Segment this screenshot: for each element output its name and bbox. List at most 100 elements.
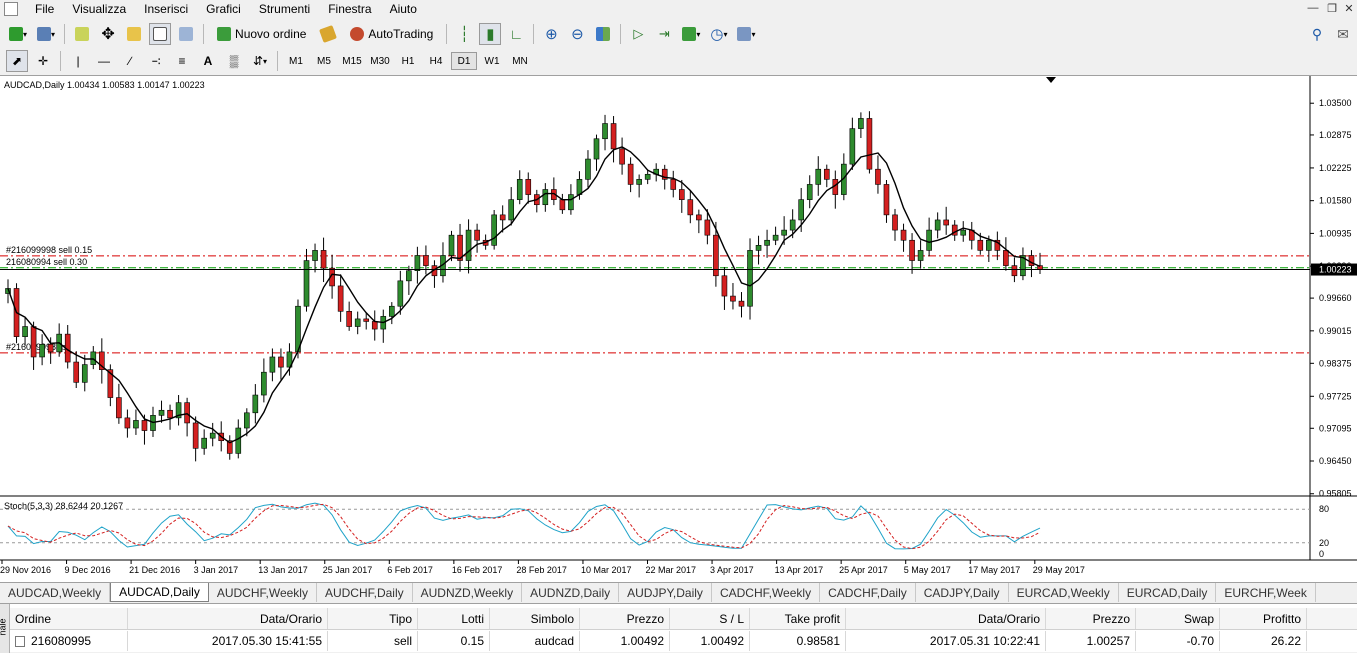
trendline-button[interactable]: ∕ [119, 50, 141, 72]
candle-body [414, 255, 421, 272]
candle-body [798, 199, 804, 221]
text-button[interactable]: A [197, 50, 219, 72]
clock-icon: ◷ [710, 26, 724, 43]
tile-windows-button[interactable] [592, 23, 614, 45]
table-row[interactable]: 216080995 2017.05.30 15:41:55 sell 0.15 audc… [10, 631, 1357, 651]
timeframe-m15[interactable]: M15 [339, 52, 365, 70]
crosshair-button[interactable]: ✛ [32, 50, 54, 72]
candle-body [644, 173, 651, 180]
menu-insert[interactable]: Inserisci [135, 0, 197, 18]
chart-tab[interactable]: EURCAD,Weekly [1009, 583, 1119, 602]
menu-help[interactable]: Aiuto [381, 0, 426, 18]
candlestick-icon: ▮ [486, 26, 495, 43]
data-window-button[interactable] [149, 23, 172, 45]
chart-window[interactable]: 1.03500 1.02875 1.02225 1.01580 1.00935 1.002… [0, 75, 1357, 582]
chart-tab[interactable]: AUDCAD,Weekly [0, 583, 111, 602]
arrows-button[interactable]: ⇵ ▾ [249, 50, 271, 72]
new-order-button[interactable]: Nuovo ordine [210, 23, 313, 45]
autoscroll-button[interactable]: ▷ [627, 23, 649, 45]
cursor-button[interactable]: ⬈ [6, 50, 28, 72]
timeframe-h4[interactable]: H4 [423, 52, 449, 70]
candle-body [22, 326, 28, 337]
menu-window[interactable]: Finestra [319, 0, 380, 18]
periods-button[interactable]: ◷ ▾ [707, 23, 730, 45]
zoom-out-button[interactable]: ⊖ [566, 23, 588, 45]
chart-shift-button[interactable]: ⇥ [653, 23, 675, 45]
chart-tab[interactable]: CADCHF,Daily [820, 583, 916, 602]
column-header[interactable]: Simbolo [490, 608, 580, 629]
column-header[interactable]: Data/Orario [846, 608, 1046, 629]
candle-body [499, 214, 506, 221]
table-cell-text: sell [393, 634, 412, 648]
channel-button[interactable]: ∹ [145, 50, 167, 72]
indicators-button[interactable]: ▾ [679, 23, 703, 45]
timeframe-mn[interactable]: MN [507, 52, 533, 70]
candle-body [252, 394, 259, 414]
navigator-button[interactable]: ✥ [97, 23, 119, 45]
chat-button[interactable]: ✉ [1332, 23, 1354, 45]
chart-tab[interactable]: EURCHF,Week [1216, 583, 1316, 602]
chart-tab[interactable]: AUDCHF,Weekly [209, 583, 317, 602]
terminal-side-bar: nale [0, 604, 10, 653]
menu-view[interactable]: Visualizza [63, 0, 135, 18]
horizontal-line-icon: — [98, 54, 110, 68]
minimize-icon[interactable]: — [1304, 2, 1322, 14]
chart-tab[interactable]: CADCHF,Weekly [712, 583, 821, 602]
column-header[interactable]: Ordine [10, 608, 128, 629]
strategy-tester-button[interactable] [175, 23, 197, 45]
zoom-in-button[interactable]: ⊕ [540, 23, 562, 45]
fibonacci-button[interactable]: ≡ [171, 50, 193, 72]
table-cell: audcad [490, 631, 580, 651]
date-tick-label: 22 Mar 2017 [646, 565, 697, 575]
templates-button[interactable]: ▾ [734, 23, 758, 45]
autotrading-button[interactable]: AutoTrading [343, 23, 440, 45]
cursor-icon: ⬈ [11, 54, 23, 68]
table-cell-text: audcad [534, 634, 574, 648]
column-header[interactable]: Data/Orario [128, 608, 328, 629]
horizontal-line-button[interactable]: — [93, 50, 115, 72]
new-chart-button[interactable]: ▾ [6, 23, 30, 45]
chart-tab[interactable]: AUDNZD,Daily [522, 583, 620, 602]
candle-body [747, 250, 753, 307]
menu-file[interactable]: File [26, 0, 63, 18]
chart-tab[interactable]: AUDCHF,Daily [317, 583, 413, 602]
chart-tab[interactable]: AUDNZD,Weekly [413, 583, 523, 602]
chart-tab[interactable]: AUDCAD,Daily [110, 583, 209, 602]
timeframe-m30[interactable]: M30 [367, 52, 393, 70]
line-chart-button[interactable]: ∟ [505, 23, 527, 45]
chart-canvas[interactable]: 1.03500 1.02875 1.02225 1.01580 1.00935 1.002… [0, 76, 1357, 582]
candle-body [474, 229, 480, 241]
menu-charts[interactable]: Grafici [197, 0, 250, 18]
market-watch-button[interactable] [71, 23, 93, 45]
timeframe-m1[interactable]: M1 [283, 52, 309, 70]
profiles-button[interactable]: ▾ [34, 23, 58, 45]
favorites-button[interactable] [123, 23, 145, 45]
metaeditor-button[interactable] [317, 23, 339, 45]
chart-tab[interactable]: CADJPY,Daily [916, 583, 1009, 602]
chart-tab[interactable]: EURCAD,Daily [1119, 583, 1217, 602]
vertical-line-button[interactable]: | [67, 50, 89, 72]
chart-tab[interactable]: AUDJPY,Daily [619, 583, 712, 602]
timeframe-h1[interactable]: H1 [395, 52, 421, 70]
search-button[interactable]: ⚲ [1306, 23, 1328, 45]
column-header[interactable]: Take profit [750, 608, 846, 629]
column-header[interactable]: Lotti [418, 608, 490, 629]
column-header[interactable]: Tipo [328, 608, 418, 629]
label-button[interactable]: ▒ [223, 50, 245, 72]
bar-chart-button[interactable]: ┆ [453, 23, 475, 45]
candlestick-button[interactable]: ▮ [479, 23, 502, 45]
timeframe-w1[interactable]: W1 [479, 52, 505, 70]
column-header[interactable]: Profitto [1220, 608, 1307, 629]
close-icon[interactable]: ✕ [1340, 2, 1357, 15]
restore-icon[interactable]: ❐ [1323, 2, 1341, 15]
column-header[interactable]: Swap [1136, 608, 1220, 629]
timeframe-m5[interactable]: M5 [311, 52, 337, 70]
column-header[interactable]: Prezzo [580, 608, 670, 629]
column-header[interactable]: S / L [670, 608, 750, 629]
toolbar-separator [64, 24, 66, 44]
timeframe-d1[interactable]: D1 [451, 52, 477, 70]
menu-tools[interactable]: Strumenti [250, 0, 319, 18]
date-tick-label: 25 Apr 2017 [839, 565, 888, 575]
data-window-icon [153, 27, 168, 41]
column-header[interactable]: Prezzo [1046, 608, 1136, 629]
